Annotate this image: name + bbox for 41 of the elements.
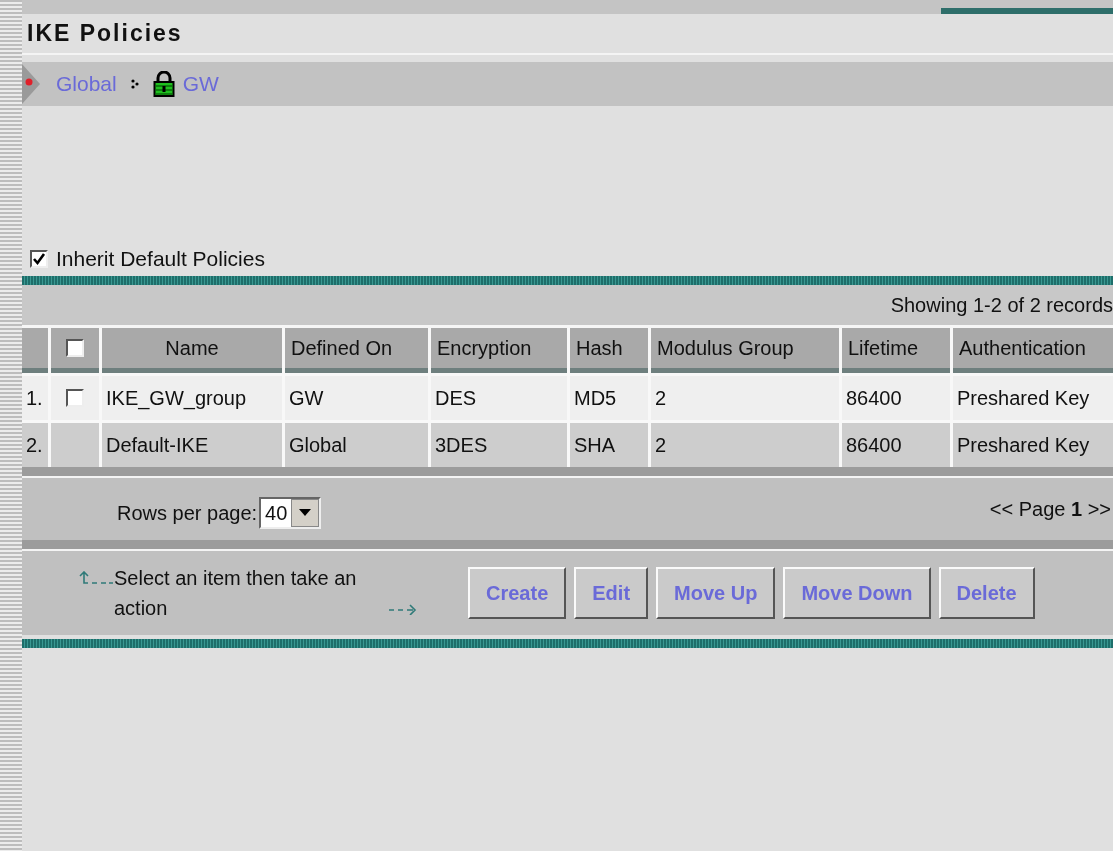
column-header[interactable]: Hash [570, 328, 648, 373]
select-all-checkbox[interactable] [66, 339, 84, 357]
table-cell: MD5 [570, 376, 648, 420]
lock-icon [152, 71, 175, 97]
header-cell [22, 328, 48, 373]
row-number: 2. [22, 423, 48, 467]
table-cell: 2 [651, 423, 839, 467]
table-cell: 86400 [842, 423, 950, 467]
separator-icon [130, 79, 139, 89]
inherit-label: Inherit Default Policies [56, 247, 265, 271]
up-arrow-icon [78, 571, 114, 585]
row-checkbox[interactable] [66, 389, 84, 407]
right-arrow-icon [388, 603, 418, 615]
table-cell: SHA [570, 423, 648, 467]
column-header[interactable]: Authentication [953, 328, 1113, 373]
column-header[interactable]: Name [102, 328, 282, 373]
table-cell: IKE_GW_group [102, 376, 282, 420]
page-navigation[interactable]: << Page 1 >> [989, 497, 1111, 521]
table-cell: 86400 [842, 376, 950, 420]
column-header[interactable]: Defined On [285, 328, 428, 373]
rows-per-page-select[interactable]: 40 [259, 497, 322, 529]
rows-per-page-label: Rows per page: [117, 501, 258, 525]
column-header[interactable]: Modulus Group [651, 328, 839, 373]
column-header[interactable]: Lifetime [842, 328, 950, 373]
column-header[interactable]: Encryption [431, 328, 567, 373]
inherit-checkbox[interactable] [30, 250, 48, 268]
dropdown-button[interactable] [291, 499, 320, 527]
table-cell: Global [285, 423, 428, 467]
row-number: 1. [22, 376, 48, 420]
table-cell: DES [431, 376, 567, 420]
action-hint: Select an item then take an action [114, 566, 358, 621]
table-cell: GW [285, 376, 428, 420]
record-count: Showing 1-2 of 2 records [890, 293, 1113, 317]
page-title: IKE Policies [22, 14, 1113, 55]
caret-icon [299, 509, 312, 517]
table-cell: 3DES [431, 423, 567, 467]
table-cell: Preshared Key [953, 423, 1113, 467]
table-cell: Default-IKE [102, 423, 282, 467]
table-cell [51, 423, 99, 467]
table-cell: Preshared Key [953, 376, 1113, 420]
table-cell: 2 [651, 376, 839, 420]
